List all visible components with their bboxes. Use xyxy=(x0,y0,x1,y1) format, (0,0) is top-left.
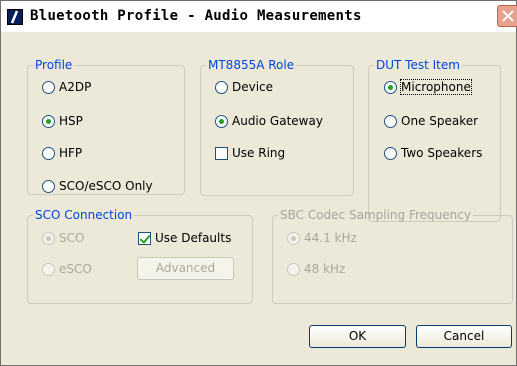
sco-radio-sco[interactable]: SCO xyxy=(42,231,84,245)
profile-option-label: SCO/eSCO Only xyxy=(59,179,153,193)
title-bar[interactable]: Bluetooth Profile - Audio Measurements xyxy=(1,1,517,32)
radio-button[interactable] xyxy=(42,179,55,193)
sco-option-label: SCO xyxy=(59,231,85,245)
role-radio-audio-gateway[interactable]: Audio Gateway xyxy=(215,114,323,128)
ok-button[interactable]: OK xyxy=(309,325,406,348)
sco-option-label: eSCO xyxy=(59,262,92,276)
sco-connection-group: SCO Connection xyxy=(27,208,253,304)
use-defaults-label: Use Defaults xyxy=(155,231,232,245)
dialog-window: Bluetooth Profile - Audio Measurements P… xyxy=(0,0,517,366)
dut-option-label: Microphone xyxy=(400,79,472,95)
app-icon xyxy=(7,9,23,25)
role-legend: MT8855A Role xyxy=(208,58,295,72)
profile-radio-sco-esco-only[interactable]: SCO/eSCO Only xyxy=(42,179,153,193)
advanced-button[interactable]: Advanced xyxy=(137,257,234,280)
dut-test-item-legend: DUT Test Item xyxy=(376,58,460,72)
profile-legend: Profile xyxy=(35,58,73,72)
role-option-label: Audio Gateway xyxy=(232,114,323,128)
window-title: Bluetooth Profile - Audio Measurements xyxy=(30,8,362,24)
radio-button-selected[interactable] xyxy=(287,231,300,245)
dut-radio-microphone[interactable]: Microphone xyxy=(384,79,472,95)
radio-button-selected[interactable] xyxy=(42,231,55,245)
checkbox-checked[interactable] xyxy=(138,231,151,245)
radio-button[interactable] xyxy=(215,80,228,94)
cancel-button[interactable]: Cancel xyxy=(416,325,512,348)
checkbox[interactable] xyxy=(215,146,228,160)
radio-button-selected[interactable] xyxy=(215,114,228,128)
profile-radio-hsp[interactable]: HSP xyxy=(42,114,83,128)
radio-button[interactable] xyxy=(384,114,397,128)
role-option-label: Device xyxy=(232,80,274,94)
sco-connection-legend: SCO Connection xyxy=(35,208,133,222)
role-radio-device[interactable]: Device xyxy=(215,80,273,94)
profile-option-label: HFP xyxy=(59,146,83,160)
profile-radio-hfp[interactable]: HFP xyxy=(42,146,82,160)
close-button[interactable] xyxy=(497,5,517,27)
sbc-codec-group: SBC Codec Sampling Frequency xyxy=(272,208,513,304)
sbc-codec-legend: SBC Codec Sampling Frequency xyxy=(280,208,471,222)
radio-button-selected[interactable] xyxy=(384,80,397,94)
dut-option-label: Two Speakers xyxy=(401,146,483,160)
profile-option-label: A2DP xyxy=(59,80,92,94)
radio-button[interactable] xyxy=(42,80,55,94)
sbc-option-label: 44.1 kHz xyxy=(304,231,357,245)
radio-button[interactable] xyxy=(42,262,55,276)
dialog-body: Profile A2DP HSP HFP SCO/eSCO Only MT885… xyxy=(1,32,516,365)
use-defaults-checkbox[interactable]: Use Defaults xyxy=(138,231,231,245)
sbc-radio-44-1-khz[interactable]: 44.1 kHz xyxy=(287,231,357,245)
profile-radio-a2dp[interactable]: A2DP xyxy=(42,80,91,94)
radio-button[interactable] xyxy=(42,146,55,160)
dut-radio-two-speakers[interactable]: Two Speakers xyxy=(384,146,482,160)
dut-radio-one-speaker[interactable]: One Speaker xyxy=(384,114,478,128)
use-ring-label: Use Ring xyxy=(232,146,286,160)
sco-radio-esco[interactable]: eSCO xyxy=(42,262,92,276)
radio-button-selected[interactable] xyxy=(42,114,55,128)
profile-option-label: HSP xyxy=(59,114,83,128)
radio-button[interactable] xyxy=(287,262,300,276)
sbc-option-label: 48 kHz xyxy=(304,262,346,276)
radio-button[interactable] xyxy=(384,146,397,160)
dut-option-label: One Speaker xyxy=(401,114,479,128)
use-ring-checkbox[interactable]: Use Ring xyxy=(215,146,285,160)
sbc-radio-48-khz[interactable]: 48 kHz xyxy=(287,262,345,276)
